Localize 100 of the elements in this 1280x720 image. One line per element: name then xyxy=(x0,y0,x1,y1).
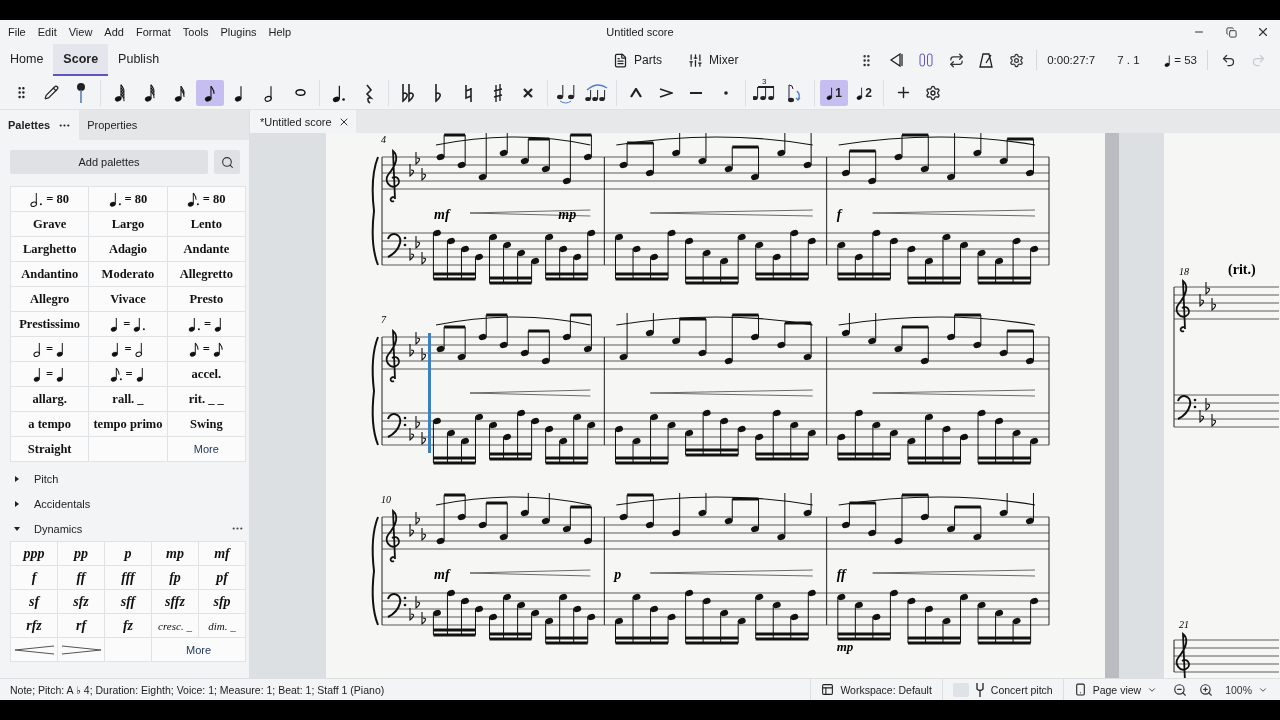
parts-button[interactable]: Parts xyxy=(609,50,667,70)
flip-direction-icon xyxy=(787,81,803,104)
note-icon xyxy=(144,82,156,103)
menu-item[interactable]: View xyxy=(62,26,99,38)
palette-cell[interactable]: a tempo xyxy=(11,412,90,437)
close-icon xyxy=(1256,25,1270,39)
palette-cell[interactable]: rfz xyxy=(11,614,58,638)
voice-button[interactable]: 1 xyxy=(820,79,848,106)
palette-cell[interactable]: mf xyxy=(199,542,246,566)
dynamic-marking: mp xyxy=(836,639,854,654)
measure-number: 7 xyxy=(381,314,386,325)
palette-cell[interactable]: ff xyxy=(58,566,105,590)
palette-cell[interactable]: = xyxy=(11,337,90,362)
loop-icon xyxy=(948,52,964,68)
palette-cell[interactable]: Prestissimo xyxy=(11,312,90,337)
more-button[interactable]: More xyxy=(167,437,246,462)
palette-cell[interactable]: Andantino xyxy=(11,262,90,287)
palette-section-header[interactable]: Pitch xyxy=(10,466,244,491)
equals-sign: = xyxy=(124,341,132,357)
document-icon xyxy=(613,52,629,68)
palette-cell[interactable]: Adagio xyxy=(89,237,168,262)
palette-cell[interactable]: = xyxy=(11,362,90,387)
palette-cell[interactable]: Vivace xyxy=(89,287,168,312)
palette-cell[interactable]: sffz xyxy=(152,590,199,614)
palette-cell[interactable]: sfp xyxy=(199,590,246,614)
nav-tab[interactable]: Home xyxy=(0,44,54,76)
add-palettes-button[interactable]: Add palettes xyxy=(10,150,208,174)
palette-cell[interactable]: Larghetto xyxy=(11,237,90,262)
measure-number: 18 xyxy=(1179,266,1189,277)
palette-cell[interactable]: fff xyxy=(105,566,152,590)
zoom-dropdown[interactable]: 100% xyxy=(1219,683,1280,696)
palette-cell[interactable]: accel. xyxy=(167,362,246,387)
palette-cell[interactable]: rall. _ xyxy=(89,387,168,412)
panel-tab[interactable]: Properties xyxy=(79,110,146,140)
tempo-marking: (rit.) xyxy=(1228,262,1256,277)
voice-button[interactable]: 2 xyxy=(850,79,878,106)
palette-cell[interactable]: fz xyxy=(105,614,152,638)
palette-cell[interactable] xyxy=(11,638,58,662)
palette-cell[interactable]: = xyxy=(89,312,168,337)
palette-cell[interactable]: mp xyxy=(152,542,199,566)
palette-cell[interactable]: sfz xyxy=(58,590,105,614)
palette-cell[interactable]: pf xyxy=(199,566,246,590)
palette-cell[interactable]: = xyxy=(89,337,168,362)
tuplet-button[interactable]: 3 xyxy=(751,79,779,106)
palette-cell[interactable]: Straight xyxy=(11,437,90,462)
equals-sign: = xyxy=(46,341,54,357)
palette-cell[interactable]: rf xyxy=(58,614,105,638)
palette-cell[interactable]: = xyxy=(167,337,246,362)
palette-cell[interactable]: allarg. xyxy=(11,387,90,412)
palette-cell[interactable]: Allegretto xyxy=(167,262,246,287)
palette-cell[interactable]: Swing xyxy=(167,412,246,437)
palette-cell[interactable]: cresc. _ xyxy=(152,614,199,638)
palette-cell[interactable]: = 80 xyxy=(89,187,168,212)
nav-tab[interactable]: Score xyxy=(53,44,109,76)
palette-cell[interactable]: Allegro xyxy=(11,287,90,312)
palette-cell[interactable]: Largo xyxy=(89,212,168,237)
palette-cell[interactable]: ppp xyxy=(11,542,58,566)
settings-icon xyxy=(1008,52,1024,68)
palette-cell[interactable]: f xyxy=(11,566,58,590)
palette-cell[interactable]: dim. _ xyxy=(199,614,246,638)
palette-section-header[interactable]: Accidentals xyxy=(10,491,244,516)
palette-cell[interactable]: sff xyxy=(105,590,152,614)
menu-item[interactable]: Help xyxy=(262,26,298,38)
palette-cell[interactable]: Lento xyxy=(167,212,246,237)
palette-cell[interactable]: Andante xyxy=(167,237,246,262)
mixer-button[interactable]: Mixer xyxy=(684,50,743,70)
menu-item[interactable]: Add xyxy=(98,26,130,38)
note-icon xyxy=(114,82,126,103)
pause-icon xyxy=(919,53,934,67)
palette-section-header[interactable]: Dynamics xyxy=(10,516,231,541)
menu-item[interactable]: Plugins xyxy=(214,26,263,38)
palette-cell[interactable]: tempo primo xyxy=(89,412,168,437)
palette-cell[interactable]: Presto xyxy=(167,287,246,312)
palette-cell[interactable]: rit. _ _ xyxy=(167,387,246,412)
crescendo-hairpin-icon xyxy=(13,644,55,655)
palette-cell[interactable]: = xyxy=(89,362,168,387)
palette-cell[interactable]: = 80 xyxy=(167,187,246,212)
more-button[interactable]: More xyxy=(152,638,246,662)
duration-button[interactable] xyxy=(196,79,224,106)
palette-cell[interactable]: Grave xyxy=(11,212,90,237)
menu-item[interactable]: File xyxy=(2,26,32,38)
menu-item[interactable]: Edit xyxy=(31,26,63,38)
menu-item[interactable]: Format xyxy=(129,26,177,38)
score-tab[interactable]: *Untitled score xyxy=(250,110,356,133)
dynamic-marking: f xyxy=(836,207,842,222)
window-title: Untitled score xyxy=(606,26,674,38)
palette-cell[interactable] xyxy=(58,638,105,662)
palette-cell[interactable]: = 80 xyxy=(11,187,90,212)
sharp-icon xyxy=(492,81,504,104)
palette-cell[interactable]: pp xyxy=(58,542,105,566)
nav-tab[interactable]: Publish xyxy=(108,44,170,76)
pencil-icon xyxy=(43,85,59,100)
menu-item[interactable]: Tools xyxy=(176,26,215,38)
palette-cell[interactable]: fp xyxy=(152,566,199,590)
palette-cell[interactable]: = xyxy=(167,312,246,337)
palette-cell[interactable]: p xyxy=(105,542,152,566)
palette-cell[interactable]: Moderato xyxy=(89,262,168,287)
dynamic-marking: mf xyxy=(434,567,450,582)
palette-cell[interactable]: sf xyxy=(11,590,58,614)
search-button[interactable] xyxy=(214,150,240,174)
